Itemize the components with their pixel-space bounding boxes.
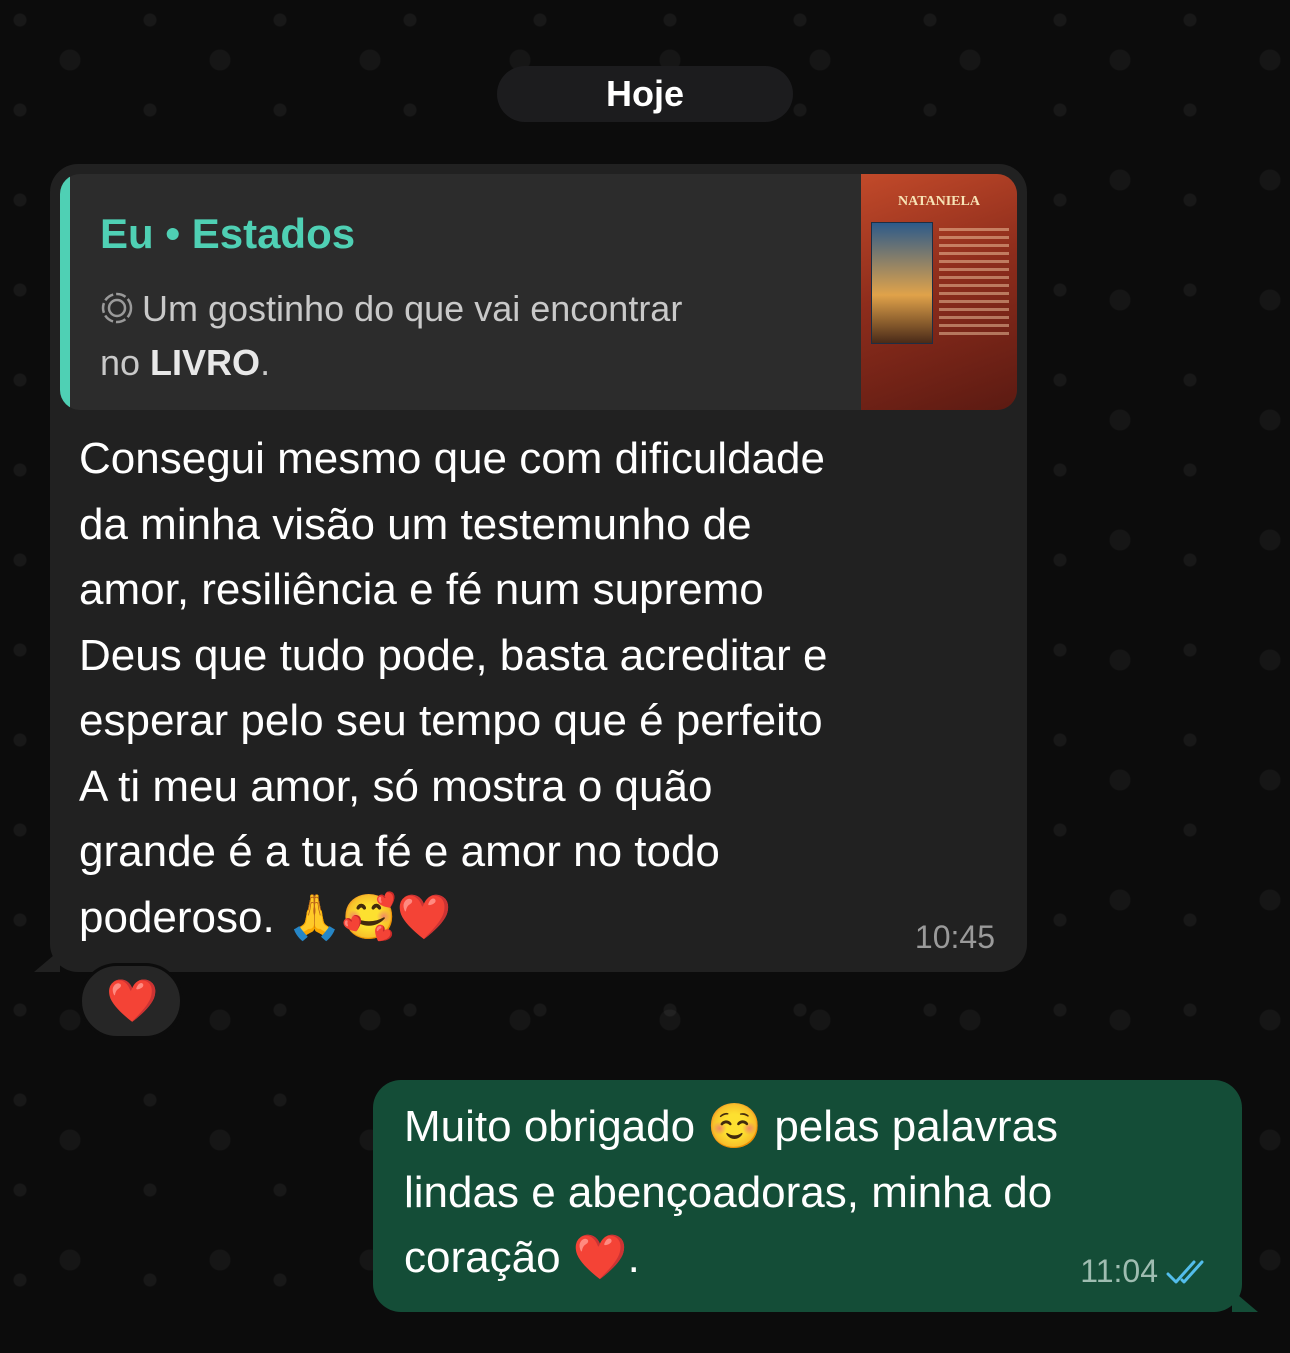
thumbnail-text-lines [939, 228, 1009, 340]
status-ring-icon [101, 292, 133, 324]
incoming-message-text: Consegui mesmo que com dificuldade da mi… [79, 426, 1009, 950]
outgoing-text-part1: Muito obrigado [404, 1102, 708, 1151]
quote-author: Eu • Estados [100, 210, 356, 257]
incoming-emojis: 🙏🥰❤️ [286, 891, 452, 943]
outgoing-meta: 11:04 [1080, 1253, 1212, 1290]
chat-area[interactable]: Hoje Eu • Estados Um gostinho do que vai… [0, 0, 1290, 1353]
heart-emoji: ❤️ [572, 1232, 628, 1283]
outgoing-text-part3: . [627, 1233, 640, 1282]
bubble-tail [1232, 1290, 1258, 1312]
incoming-message-bubble[interactable]: Eu • Estados Um gostinho do que vai enco… [34, 164, 1027, 972]
quote-text: Um gostinho do que vai encontrar no LIVRO… [100, 282, 800, 390]
double-check-icon [1166, 1260, 1204, 1283]
incoming-text-body: Consegui mesmo que com dificuldade da mi… [79, 434, 828, 876]
outgoing-message-bubble[interactable]: Muito obrigado ☺️ pelas palavras lindas … [373, 1080, 1258, 1312]
quote-text-main: Um gostinho do que vai encontrar [142, 288, 683, 329]
heart-reaction-icon: ❤️ [106, 976, 159, 1025]
thumbnail-title: NATANIELA [898, 194, 980, 209]
quote-text-suffix: . [260, 342, 271, 383]
smiling-emoji: ☺️ [707, 1101, 763, 1152]
message-timestamp: 11:04 [1080, 1253, 1158, 1289]
message-timestamp: 10:45 [914, 919, 995, 955]
reaction-badge[interactable]: ❤️ [79, 963, 183, 1039]
date-separator: Hoje [497, 66, 793, 122]
quote-text-bold: LIVRO [150, 342, 261, 383]
book-cover-image [871, 222, 933, 344]
bubble-tail [34, 950, 60, 972]
quoted-status-reply[interactable]: Eu • Estados Um gostinho do que vai enco… [60, 174, 1017, 410]
quote-text-prefix: no [100, 342, 151, 383]
quote-accent-bar [60, 174, 70, 410]
status-thumbnail[interactable]: NATANIELA [861, 174, 1017, 410]
incoming-text-last-line: poderoso. [79, 892, 275, 942]
